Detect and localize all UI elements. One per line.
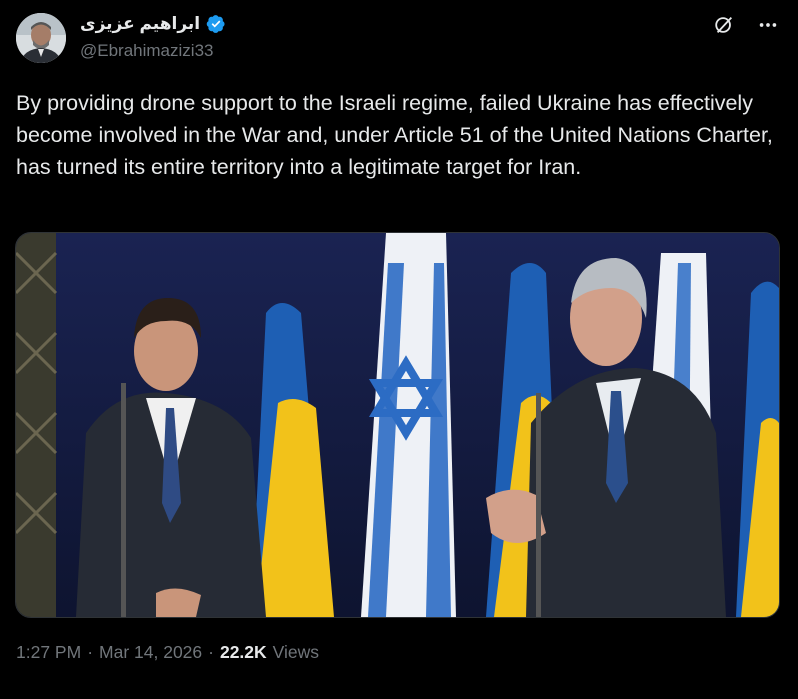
- tweet-meta: 1:27 PM · Mar 14, 2026 · 22.2K Views: [16, 642, 319, 663]
- verified-badge-icon: [206, 14, 226, 34]
- meta-separator: ·: [87, 642, 94, 662]
- tweet-actions-top: [712, 13, 780, 37]
- views-count: 22.2K: [219, 642, 267, 662]
- tweet-text: By providing drone support to the Israel…: [16, 91, 773, 179]
- avatar[interactable]: [16, 13, 66, 63]
- tweet-time[interactable]: 1:27 PM: [16, 642, 81, 663]
- grok-icon[interactable]: [712, 13, 736, 37]
- author-name-row[interactable]: ابراهیم عزیزی: [80, 13, 226, 35]
- meta-separator: ·: [208, 642, 214, 662]
- photo-scene: [16, 233, 779, 617]
- more-icon[interactable]: [756, 13, 780, 37]
- author-handle[interactable]: @Ebrahimazizi33: [80, 41, 213, 61]
- author-display-name[interactable]: ابراهیم عزیزی: [80, 14, 200, 34]
- tweet-photo[interactable]: [15, 232, 780, 618]
- tweet-date[interactable]: Mar 14, 2026: [99, 642, 202, 663]
- views-label: Views: [272, 642, 320, 662]
- avatar-image: [16, 13, 66, 63]
